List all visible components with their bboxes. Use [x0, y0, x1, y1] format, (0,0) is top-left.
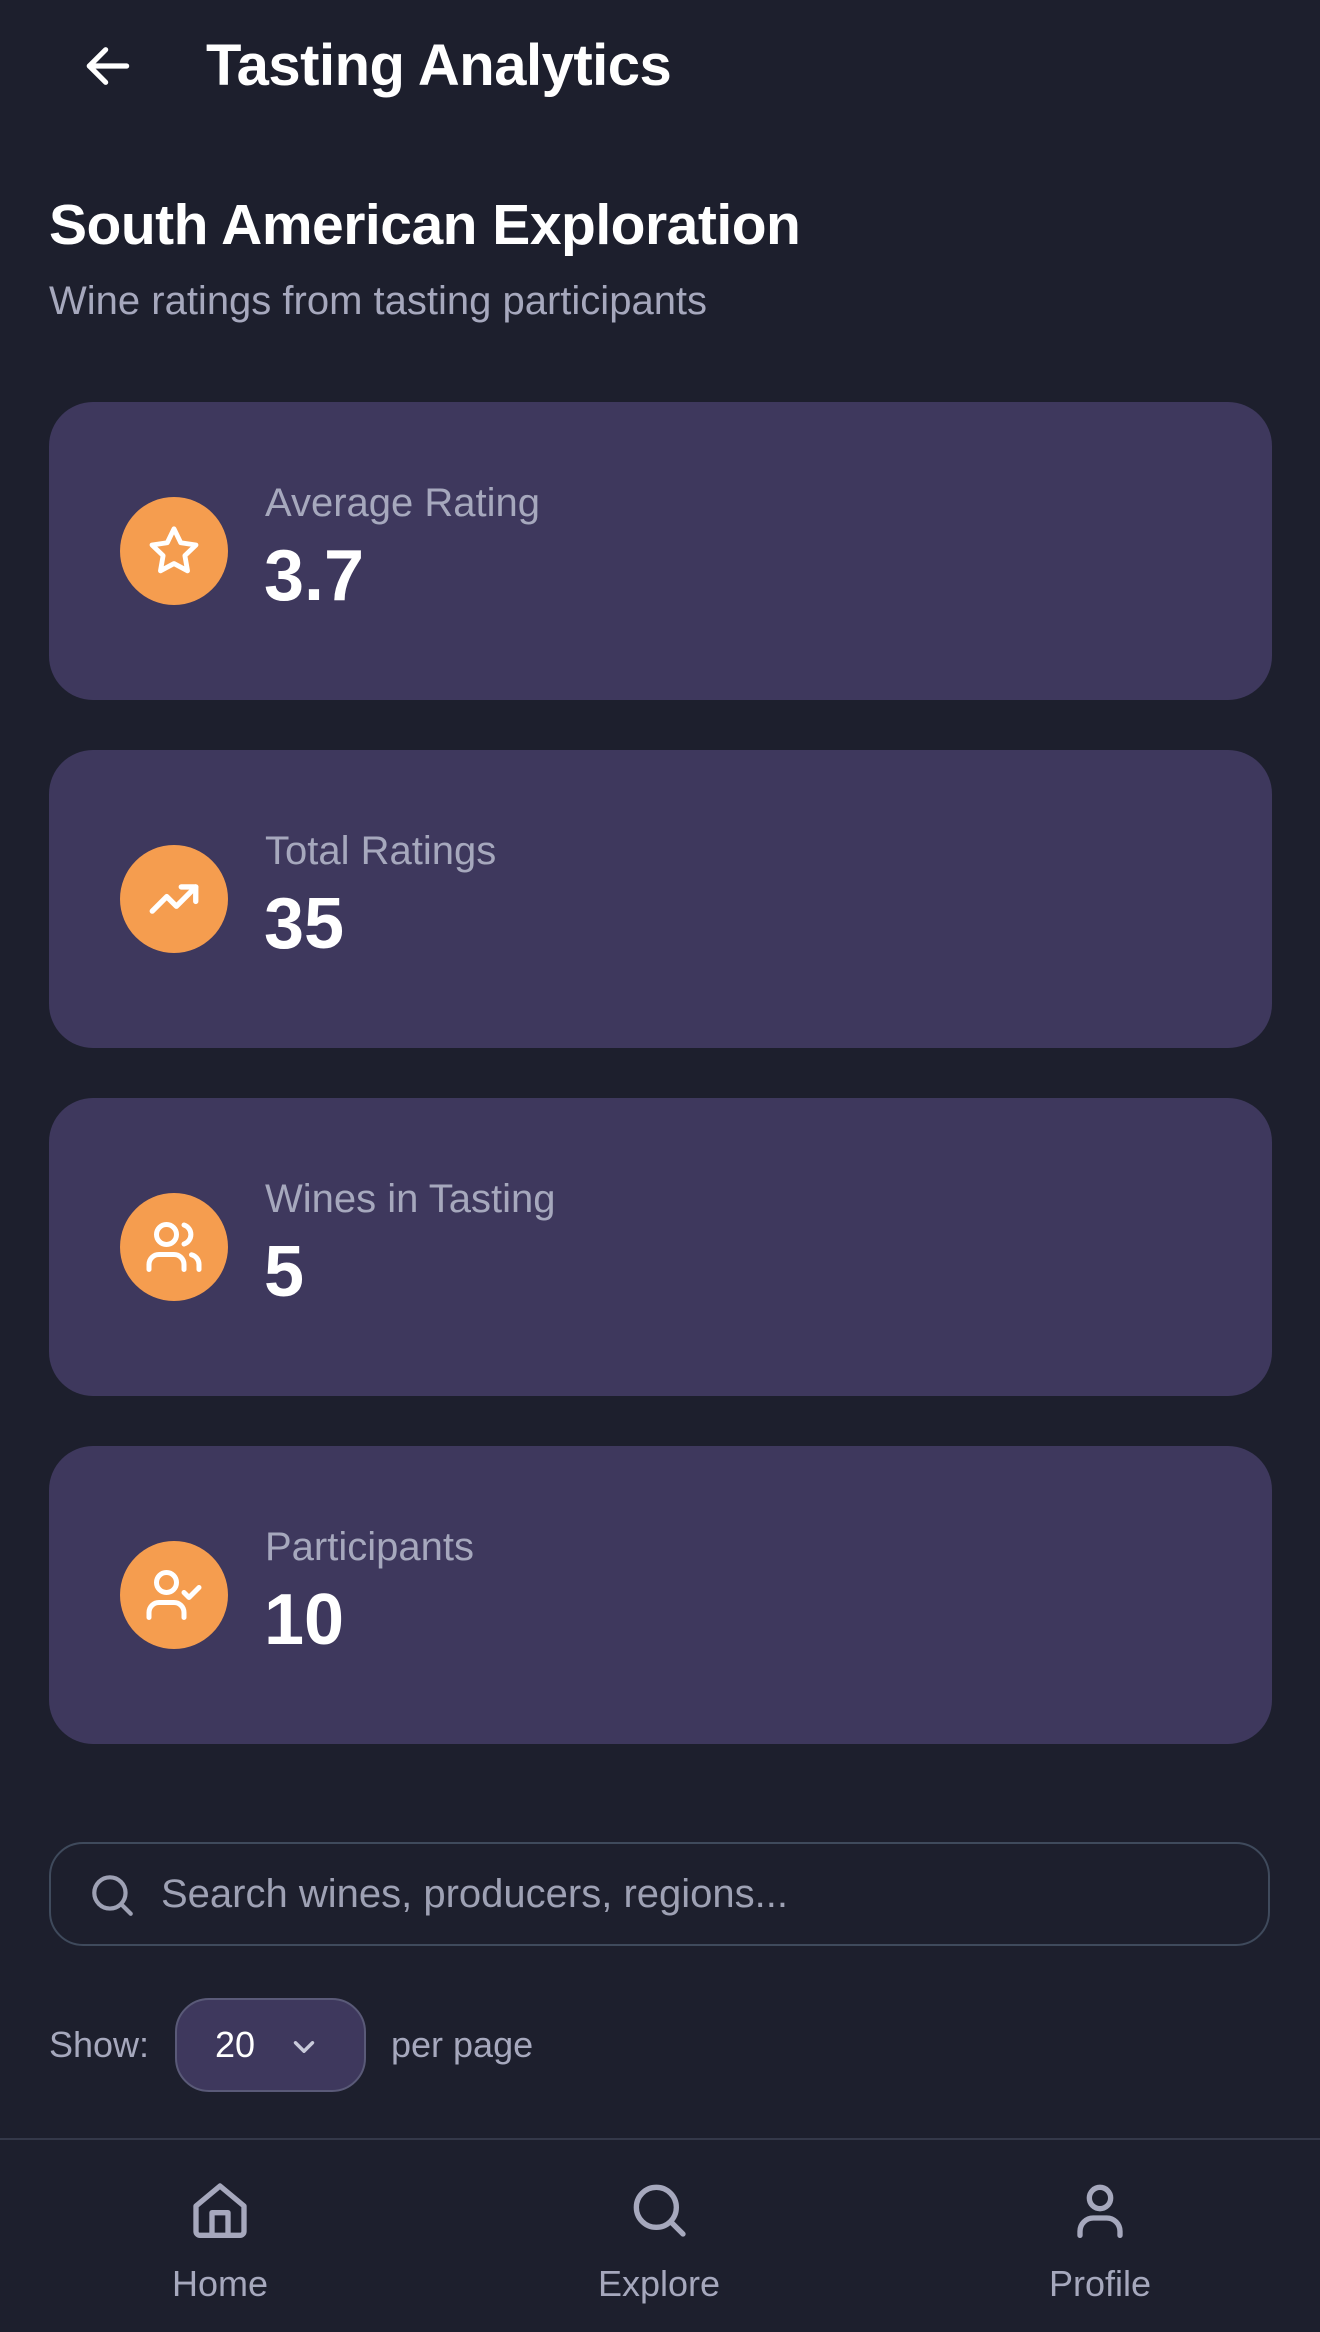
- stat-label: Total Ratings: [265, 829, 497, 873]
- nav-label: Home: [171, 2263, 269, 2304]
- page-subtitle: Wine ratings from tasting participants: [49, 279, 708, 323]
- stat-value: 3.7: [264, 536, 365, 616]
- stat-card-participants: Participants 10: [49, 1446, 1272, 1744]
- stat-value: 35: [264, 884, 345, 964]
- per-page-suffix: per page: [391, 2024, 534, 2065]
- star-icon: [149, 526, 199, 574]
- stat-label: Average Rating: [265, 481, 540, 525]
- trending-up-icon-badge: [120, 845, 228, 953]
- stat-value: 10: [264, 1580, 345, 1660]
- nav-item-profile[interactable]: Profile: [980, 2140, 1220, 2332]
- per-page-value: 20: [215, 2024, 256, 2065]
- stat-card-average-rating: Average Rating 3.7: [49, 402, 1272, 700]
- search-box[interactable]: [49, 1842, 1270, 1946]
- star-icon-badge: [120, 497, 228, 605]
- user-check-icon: [146, 1570, 202, 1620]
- nav-item-home[interactable]: Home: [100, 2140, 340, 2332]
- back-button[interactable]: [72, 30, 144, 102]
- app-header: Tasting Analytics: [0, 0, 1320, 132]
- user-check-icon-badge: [120, 1541, 228, 1649]
- user-icon: [1077, 2184, 1123, 2238]
- stat-card-total-ratings: Total Ratings 35: [49, 750, 1272, 1048]
- nav-label: Explore: [597, 2263, 721, 2304]
- nav-item-explore[interactable]: Explore: [539, 2140, 779, 2332]
- bottom-nav: Home Explore Profile: [0, 2138, 1320, 2332]
- chevron-down-icon: [293, 2041, 315, 2053]
- per-page-label: Show:: [49, 2024, 150, 2065]
- stat-label: Wines in Tasting: [265, 1177, 556, 1221]
- search-input[interactable]: [161, 1844, 1241, 1944]
- stat-card-wines-in-tasting: Wines in Tasting 5: [49, 1098, 1272, 1396]
- nav-label: Profile: [1048, 2263, 1152, 2304]
- search-icon: [633, 2184, 686, 2237]
- stat-label: Participants: [265, 1525, 474, 1569]
- header-title: Tasting Analytics: [206, 33, 672, 98]
- arrow-left-icon: [86, 47, 130, 85]
- trending-up-icon: [149, 884, 199, 914]
- search-icon: [92, 1875, 133, 1916]
- per-page-select[interactable]: 20: [175, 1998, 366, 2092]
- users-icon: [146, 1222, 202, 1272]
- page-title: South American Exploration: [49, 193, 801, 257]
- home-icon: [193, 2183, 247, 2238]
- stat-value: 5: [264, 1232, 305, 1312]
- users-icon-badge: [120, 1193, 228, 1301]
